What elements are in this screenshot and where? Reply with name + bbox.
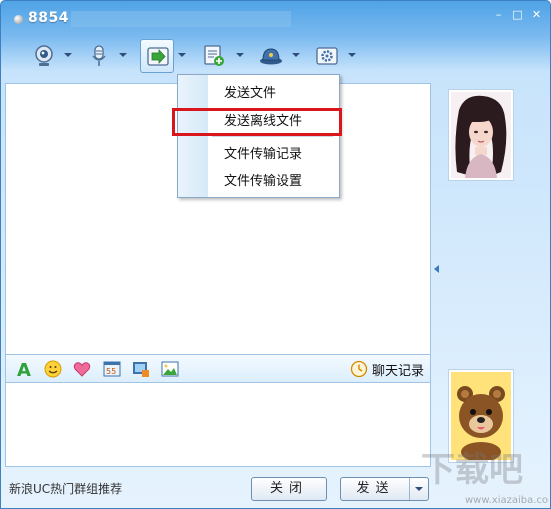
menu-item-transfer-history[interactable]: 文件传输记录 — [208, 142, 339, 168]
add-app-dropdown[interactable] — [236, 53, 244, 59]
send-label: 发送 — [356, 481, 395, 496]
minimize-button[interactable]: – — [491, 9, 506, 23]
title-bar: 8854 – □ ✕ — [1, 1, 550, 35]
microphone-icon — [92, 45, 106, 66]
gear-icon — [316, 47, 338, 65]
svg-text:www.xiazaiba.com: www.xiazaiba.com — [465, 495, 549, 506]
title-redacted-area — [71, 11, 291, 27]
window-title: 8854 — [28, 10, 69, 26]
close-button[interactable]: 关闭 — [251, 477, 327, 501]
file-transfer-dropdown[interactable] — [178, 53, 186, 59]
group-dropdown[interactable] — [292, 53, 300, 59]
watermark-logo: 下载吧 www.xiazaiba.com — [413, 441, 550, 508]
close-window-button[interactable]: ✕ — [529, 9, 544, 23]
voice-call-button[interactable] — [82, 39, 116, 73]
add-app-button[interactable] — [197, 39, 231, 73]
file-transfer-button[interactable] — [140, 39, 174, 73]
voice-call-dropdown[interactable] — [119, 53, 127, 59]
webcam-icon — [35, 45, 53, 66]
chat-history-label: 聊天记录 — [371, 363, 424, 379]
video-call-dropdown[interactable] — [64, 53, 72, 59]
group-button[interactable] — [254, 39, 288, 73]
svg-text:55: 55 — [106, 367, 116, 376]
clock-icon — [350, 360, 368, 378]
svg-text:下载吧: 下载吧 — [421, 450, 523, 490]
highlight-annotation — [172, 108, 342, 136]
send-file-icon — [147, 47, 169, 66]
screen-effects-icon[interactable]: 55 — [102, 359, 122, 379]
svg-text:A: A — [17, 360, 31, 379]
main-toolbar — [1, 37, 550, 77]
emoji-icon[interactable] — [43, 359, 63, 379]
chat-window: 8854 – □ ✕ A 55 聊天记录 新浪UC热门群组推荐 关闭 发送 发送… — [0, 0, 551, 509]
recommend-groups-link[interactable]: 新浪UC热门群组推荐 — [9, 480, 122, 497]
contact-avatar[interactable] — [448, 89, 514, 181]
captain-hat-icon — [260, 48, 282, 65]
settings-button[interactable] — [310, 39, 344, 73]
file-transfer-menu: 发送文件 发送离线文件 文件传输记录 文件传输设置 — [177, 74, 340, 198]
chat-history-button[interactable]: 聊天记录 — [350, 359, 424, 379]
menu-separator — [212, 136, 333, 137]
image-icon[interactable] — [160, 359, 180, 379]
status-dot-icon — [14, 15, 23, 24]
font-icon[interactable]: A — [14, 359, 34, 381]
menu-item-send-file[interactable]: 发送文件 — [208, 81, 339, 107]
video-call-button[interactable] — [27, 39, 61, 73]
settings-dropdown[interactable] — [348, 53, 356, 59]
girl-avatar-image — [451, 92, 511, 178]
screenshot-icon[interactable] — [131, 359, 151, 379]
maximize-button[interactable]: □ — [510, 9, 525, 23]
bottom-bar: 新浪UC热门群组推荐 关闭 发送 — [1, 469, 433, 508]
magic-emotion-icon[interactable] — [72, 359, 92, 379]
add-list-icon — [204, 45, 224, 66]
message-input-area[interactable] — [5, 383, 431, 467]
menu-icon-strip — [178, 75, 208, 197]
input-toolbar: A 55 聊天记录 — [5, 355, 431, 383]
menu-item-transfer-settings[interactable]: 文件传输设置 — [208, 169, 339, 195]
